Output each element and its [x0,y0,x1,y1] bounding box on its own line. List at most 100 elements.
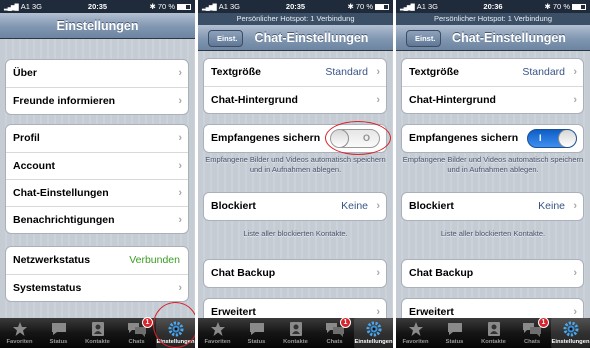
blocked-note: Liste aller blockierten Kontakte. [243,229,348,238]
tab-settings[interactable]: Einstellungen [354,318,393,348]
battery-icon [572,4,586,10]
save-incoming-note: Empfangene Bilder und Videos automatisch… [205,155,386,174]
chevron-right-icon: › [178,95,182,107]
unread-badge: 1 [142,317,153,328]
chevron-right-icon: › [178,214,182,226]
tab-status[interactable]: Status [435,318,474,348]
screen-chat-settings-off: ▂▄▆█ A1 3G 20:35 ✱ 70 % Persönlicher Hots… [198,0,393,348]
settings-row-text-size[interactable]: Textgröße Standard › [402,59,583,86]
unread-badge: 1 [340,317,351,328]
tab-label: Status [49,339,68,345]
tab-label: Favoriten [402,339,429,345]
settings-row-blocked[interactable]: Blockiert Keine › [204,193,386,220]
settings-row-network-status[interactable]: Netzwerkstatus Verbunden [6,247,188,274]
tab-chats[interactable]: Chats 1 [315,317,354,348]
blocked-value: Keine [341,200,368,212]
chevron-right-icon: › [376,200,380,212]
settings-row-invite-friends[interactable]: Freunde informieren › [6,87,188,114]
hotspot-banner[interactable]: Persönlicher Hotspot: 1 Verbindung [396,13,590,25]
tab-label: Einstellungen [551,339,590,345]
battery-label: 70 % [355,2,373,11]
battery-label: 70 % [157,2,175,11]
row-label: Netzwerkstatus [13,254,91,266]
row-label: Chat-Einstellungen [13,187,109,199]
row-label: Erweitert [211,306,256,318]
chevron-right-icon: › [178,282,182,294]
star-icon [0,318,39,338]
row-label: Textgröße [409,66,459,78]
settings-row-chat-background[interactable]: Chat-Hintergrund › [204,86,386,113]
row-label: Empfangenes sichern [211,132,321,144]
tab-favorites[interactable]: Favoriten [396,318,435,348]
settings-row-blocked[interactable]: Blockiert Keine › [402,193,583,220]
text-size-value: Standard [522,66,565,78]
row-label: Textgröße [211,66,261,78]
row-label: Account [13,160,55,172]
settings-group-backup: Chat Backup › [401,259,584,288]
toggle-knob [558,130,576,147]
settings-row-account[interactable]: Account › [6,152,188,179]
tab-chats[interactable]: Chats 1 [513,317,551,348]
chevron-right-icon: › [573,200,577,212]
unread-badge: 1 [538,317,549,328]
tab-contacts[interactable]: Kontakte [78,318,117,348]
row-label: Systemstatus [13,282,82,294]
contacts-icon [276,318,315,338]
settings-row-chat-settings[interactable]: Chat-Einstellungen › [6,179,188,206]
row-label: Benachrichtigungen [13,214,115,226]
settings-row-system-status[interactable]: Systemstatus › [6,274,188,301]
tab-bar: Favoriten Status Kontakte Chats 1 Einste… [198,317,393,348]
navigation-bar: Einstellungen [0,13,195,39]
tab-label: Chats [128,339,145,345]
settings-row-text-size[interactable]: Textgröße Standard › [204,59,386,86]
row-label: Über [13,67,37,79]
contacts-icon [78,318,117,338]
row-label: Chat-Hintergrund [409,94,496,106]
tab-status[interactable]: Status [237,318,276,348]
chevron-right-icon: › [376,94,380,106]
blocked-value: Keine [538,200,565,212]
row-label: Chat Backup [409,267,474,279]
row-label: Freunde informieren [13,95,116,107]
tab-label: Kontakte [85,339,110,345]
navigation-bar: Einst. Chat-Einstellungen [396,25,590,51]
settings-row-chat-backup[interactable]: Chat Backup › [402,260,583,287]
toggle-on-glyph: I [539,133,542,143]
row-label: Empfangenes sichern [409,132,519,144]
battery-icon [177,4,191,10]
settings-group-appearance: Textgröße Standard › Chat-Hintergrund › [203,58,387,114]
tab-settings[interactable]: Einstellungen [551,318,590,348]
text-size-value: Standard [325,66,368,78]
status-bar: ▂▄▆█ A1 3G 20:35 ✱ 70 % [0,0,195,13]
hotspot-banner[interactable]: Persönlicher Hotspot: 1 Verbindung [198,13,393,25]
tab-label: Status [247,339,266,345]
status-bar: ▂▄▆█ A1 3G 20:36 ✱ 70 % [396,0,590,13]
row-label: Chat Backup [211,267,276,279]
gear-icon [354,318,393,338]
settings-row-chat-backup[interactable]: Chat Backup › [204,260,386,287]
row-label: Blockiert [211,200,256,212]
battery-label: 70 % [552,2,570,11]
settings-row-save-incoming: Empfangenes sichern I [402,125,583,152]
blocked-note: Liste aller blockierten Kontakte. [440,229,546,238]
settings-group-appearance: Textgröße Standard › Chat-Hintergrund › [401,58,584,114]
settings-row-about[interactable]: Über › [6,60,188,87]
settings-group-backup: Chat Backup › [203,259,387,288]
screen-chat-settings-on: ▂▄▆█ A1 3G 20:36 ✱ 70 % Persönlicher Hots… [396,0,590,348]
tab-status[interactable]: Status [39,318,78,348]
tab-favorites[interactable]: Favoriten [198,318,237,348]
settings-row-chat-background[interactable]: Chat-Hintergrund › [402,86,583,113]
tab-favorites[interactable]: Favoriten [0,318,39,348]
tab-contacts[interactable]: Kontakte [474,318,513,348]
save-incoming-note: Empfangene Bilder und Videos automatisch… [402,155,584,174]
tab-label: Einstellungen [354,339,393,345]
save-incoming-toggle[interactable]: I [527,129,577,148]
settings-row-notifications[interactable]: Benachrichtigungen › [6,206,188,233]
tab-contacts[interactable]: Kontakte [276,318,315,348]
row-label: Profil [13,132,40,144]
chevron-right-icon: › [573,66,577,78]
bluetooth-icon: ✱ [347,2,354,11]
settings-row-profile[interactable]: Profil › [6,125,188,152]
tab-chats[interactable]: Chats 1 [117,317,156,348]
chevron-right-icon: › [178,67,182,79]
